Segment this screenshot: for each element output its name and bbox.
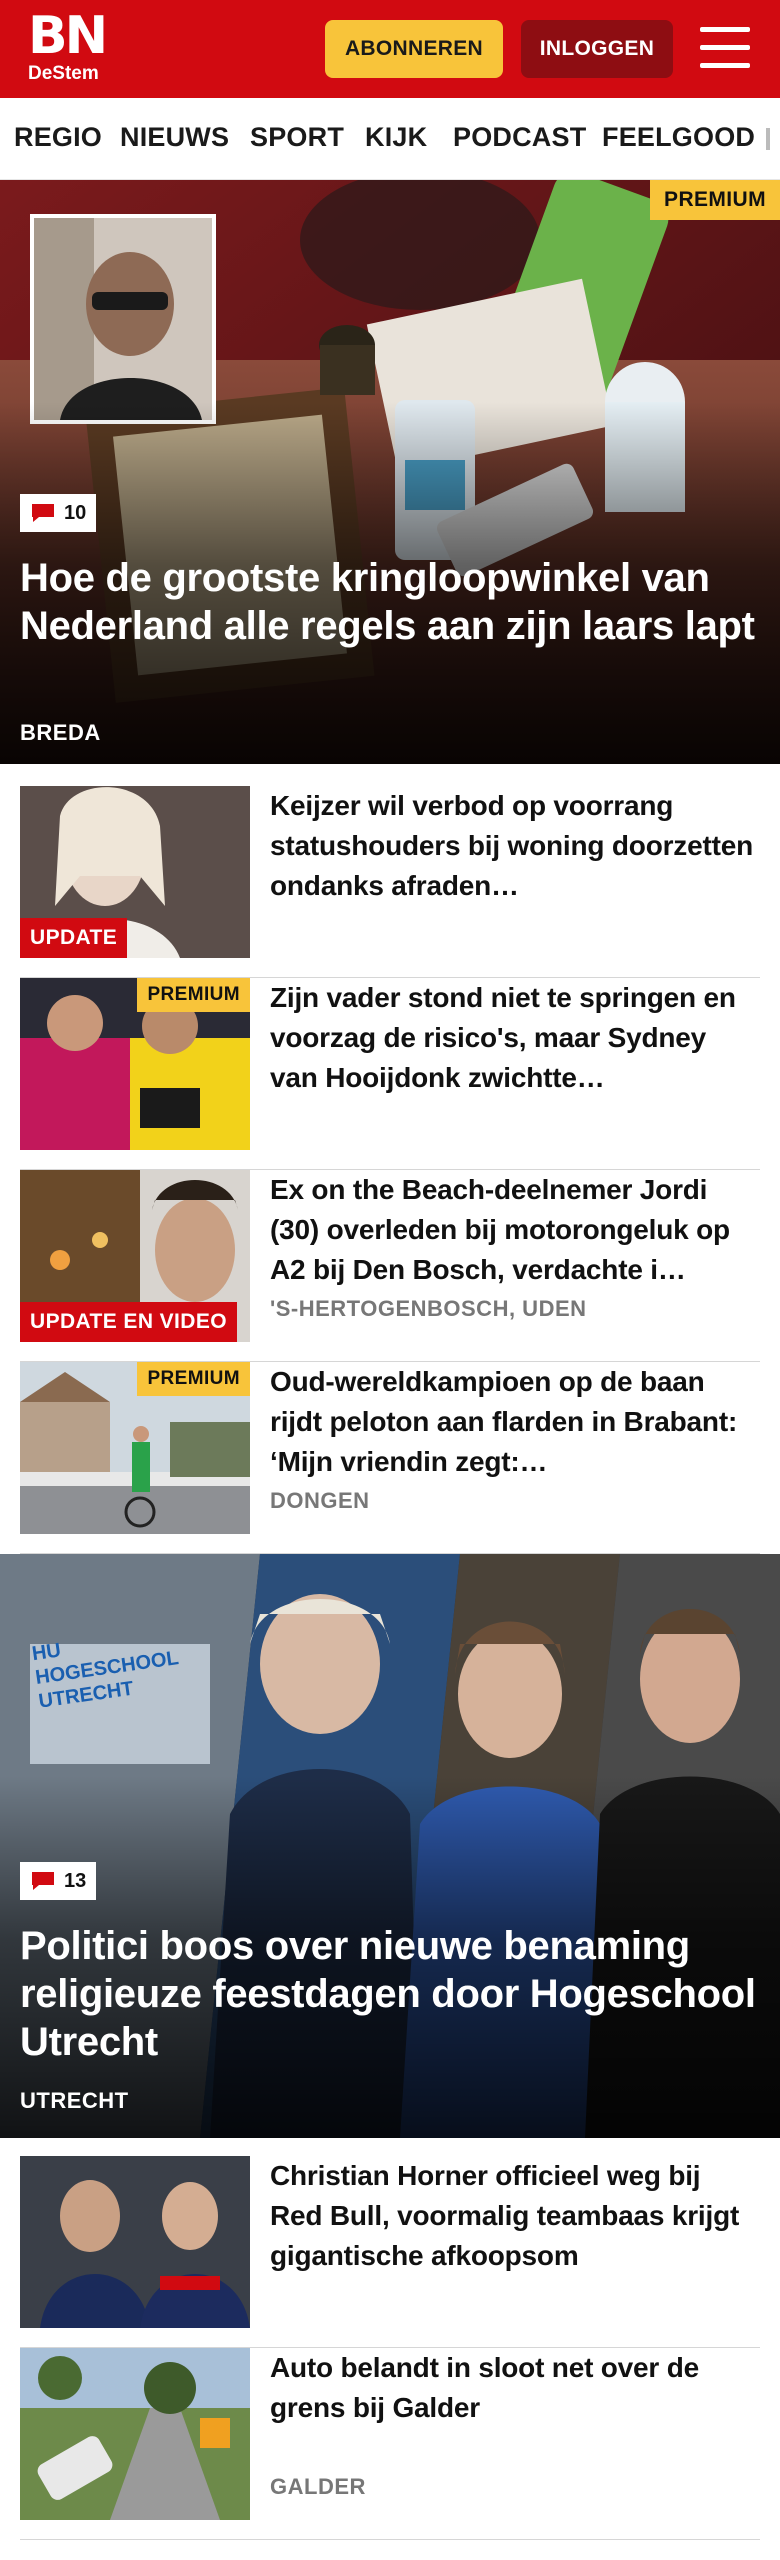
premium-badge: PREMIUM	[137, 1362, 250, 1396]
update-label: UPDATE	[20, 918, 128, 958]
article-title[interactable]: Auto belandt in sloot net over de grens …	[270, 2348, 760, 2428]
article-title[interactable]: Zijn vader stond niet te springen en voo…	[270, 978, 760, 1098]
article-title[interactable]: Oud-wereldkampioen op de baan rijdt pelo…	[270, 1362, 760, 1482]
nav-item-feelgood[interactable]: FEELGOOD	[602, 122, 755, 153]
article-thumbnail	[20, 2156, 250, 2328]
subscribe-button[interactable]: ABONNEREN	[325, 20, 503, 78]
comment-count-badge[interactable]: 13	[20, 1862, 97, 1900]
logo-sub-text: DeStem	[28, 63, 99, 84]
list-item[interactable]: Christian Horner officieel weg bij Red B…	[20, 2156, 760, 2348]
logo-main-text: BN	[28, 6, 108, 66]
article-thumbnail: UPDATE EN VIDEO	[20, 1170, 250, 1342]
top-bar: BN DeStem ABONNEREN INLOGGEN	[0, 0, 780, 98]
hero-title[interactable]: Hoe de grootste kringloopwinkel van Nede…	[20, 554, 760, 650]
hero-title[interactable]: Politici boos over nieuwe benaming relig…	[20, 1922, 760, 2066]
section-nav: REGIO NIEUWS SPORT KIJK PODCAST FEELGOOD	[0, 98, 780, 180]
nav-item-kijk[interactable]: KIJK	[365, 122, 427, 153]
article-thumbnail: PREMIUM	[20, 1362, 250, 1534]
hero-article-hogeschool[interactable]: HU HOGESCHOOL UTRECHT 13 Politici boos o…	[0, 1554, 780, 2138]
nav-item-regio[interactable]: REGIO	[14, 122, 102, 153]
hero-article-kringloop[interactable]: PREMIUM 10 Hoe de grootste kringloopwink…	[0, 180, 780, 764]
update-video-label: UPDATE EN VIDEO	[20, 1302, 237, 1342]
nav-overflow-indicator	[766, 128, 770, 150]
list-item[interactable]: UPDATE EN VIDEO Ex on the Beach-deelneme…	[20, 1170, 760, 1362]
comment-icon	[32, 504, 54, 522]
site-logo[interactable]: BN DeStem	[28, 10, 118, 90]
hamburger-menu-icon[interactable]	[700, 27, 750, 69]
hero-location: BREDA	[20, 720, 101, 745]
article-title[interactable]: Christian Horner officieel weg bij Red B…	[270, 2156, 760, 2276]
login-button[interactable]: INLOGGEN	[521, 20, 673, 78]
list-item[interactable]: PREMIUM Zijn vader stond niet te springe…	[20, 978, 760, 1170]
article-thumbnail: UPDATE	[20, 786, 250, 958]
premium-badge: PREMIUM	[650, 180, 780, 220]
comment-count: 13	[64, 1869, 87, 1892]
article-title[interactable]: Ex on the Beach-deelnemer Jordi (30) ove…	[270, 1170, 760, 1290]
hogeschool-sign: HU HOGESCHOOL UTRECHT	[30, 1619, 215, 1761]
comment-count: 10	[64, 501, 87, 524]
article-location: GALDER	[270, 2474, 366, 2499]
article-location: 'S-HERTOGENBOSCH, UDEN	[270, 1296, 587, 1321]
hero-location: UTRECHT	[20, 2088, 129, 2113]
article-thumbnail	[20, 2348, 250, 2520]
nav-item-podcast[interactable]: PODCAST	[453, 122, 586, 153]
hogeschool-sign-text: HU HOGESCHOOL UTRECHT	[30, 1639, 180, 1713]
article-location: DONGEN	[270, 1488, 370, 1513]
nav-item-nieuws[interactable]: NIEUWS	[120, 122, 229, 153]
list-item[interactable]: Auto belandt in sloot net over de grens …	[20, 2348, 760, 2540]
article-thumbnail: PREMIUM	[20, 978, 250, 1150]
author-portrait	[30, 214, 216, 424]
article-title[interactable]: Keijzer wil verbod op voorrang statushou…	[270, 786, 760, 906]
comment-icon	[32, 1872, 54, 1890]
premium-badge: PREMIUM	[137, 978, 250, 1012]
comment-count-badge[interactable]: 10	[20, 494, 97, 532]
list-item[interactable]: UPDATE Keijzer wil verbod op voorrang st…	[20, 786, 760, 978]
list-item[interactable]: PREMIUM Oud-wereldkampioen op de baan ri…	[20, 1362, 760, 1554]
nav-item-sport[interactable]: SPORT	[250, 122, 344, 153]
